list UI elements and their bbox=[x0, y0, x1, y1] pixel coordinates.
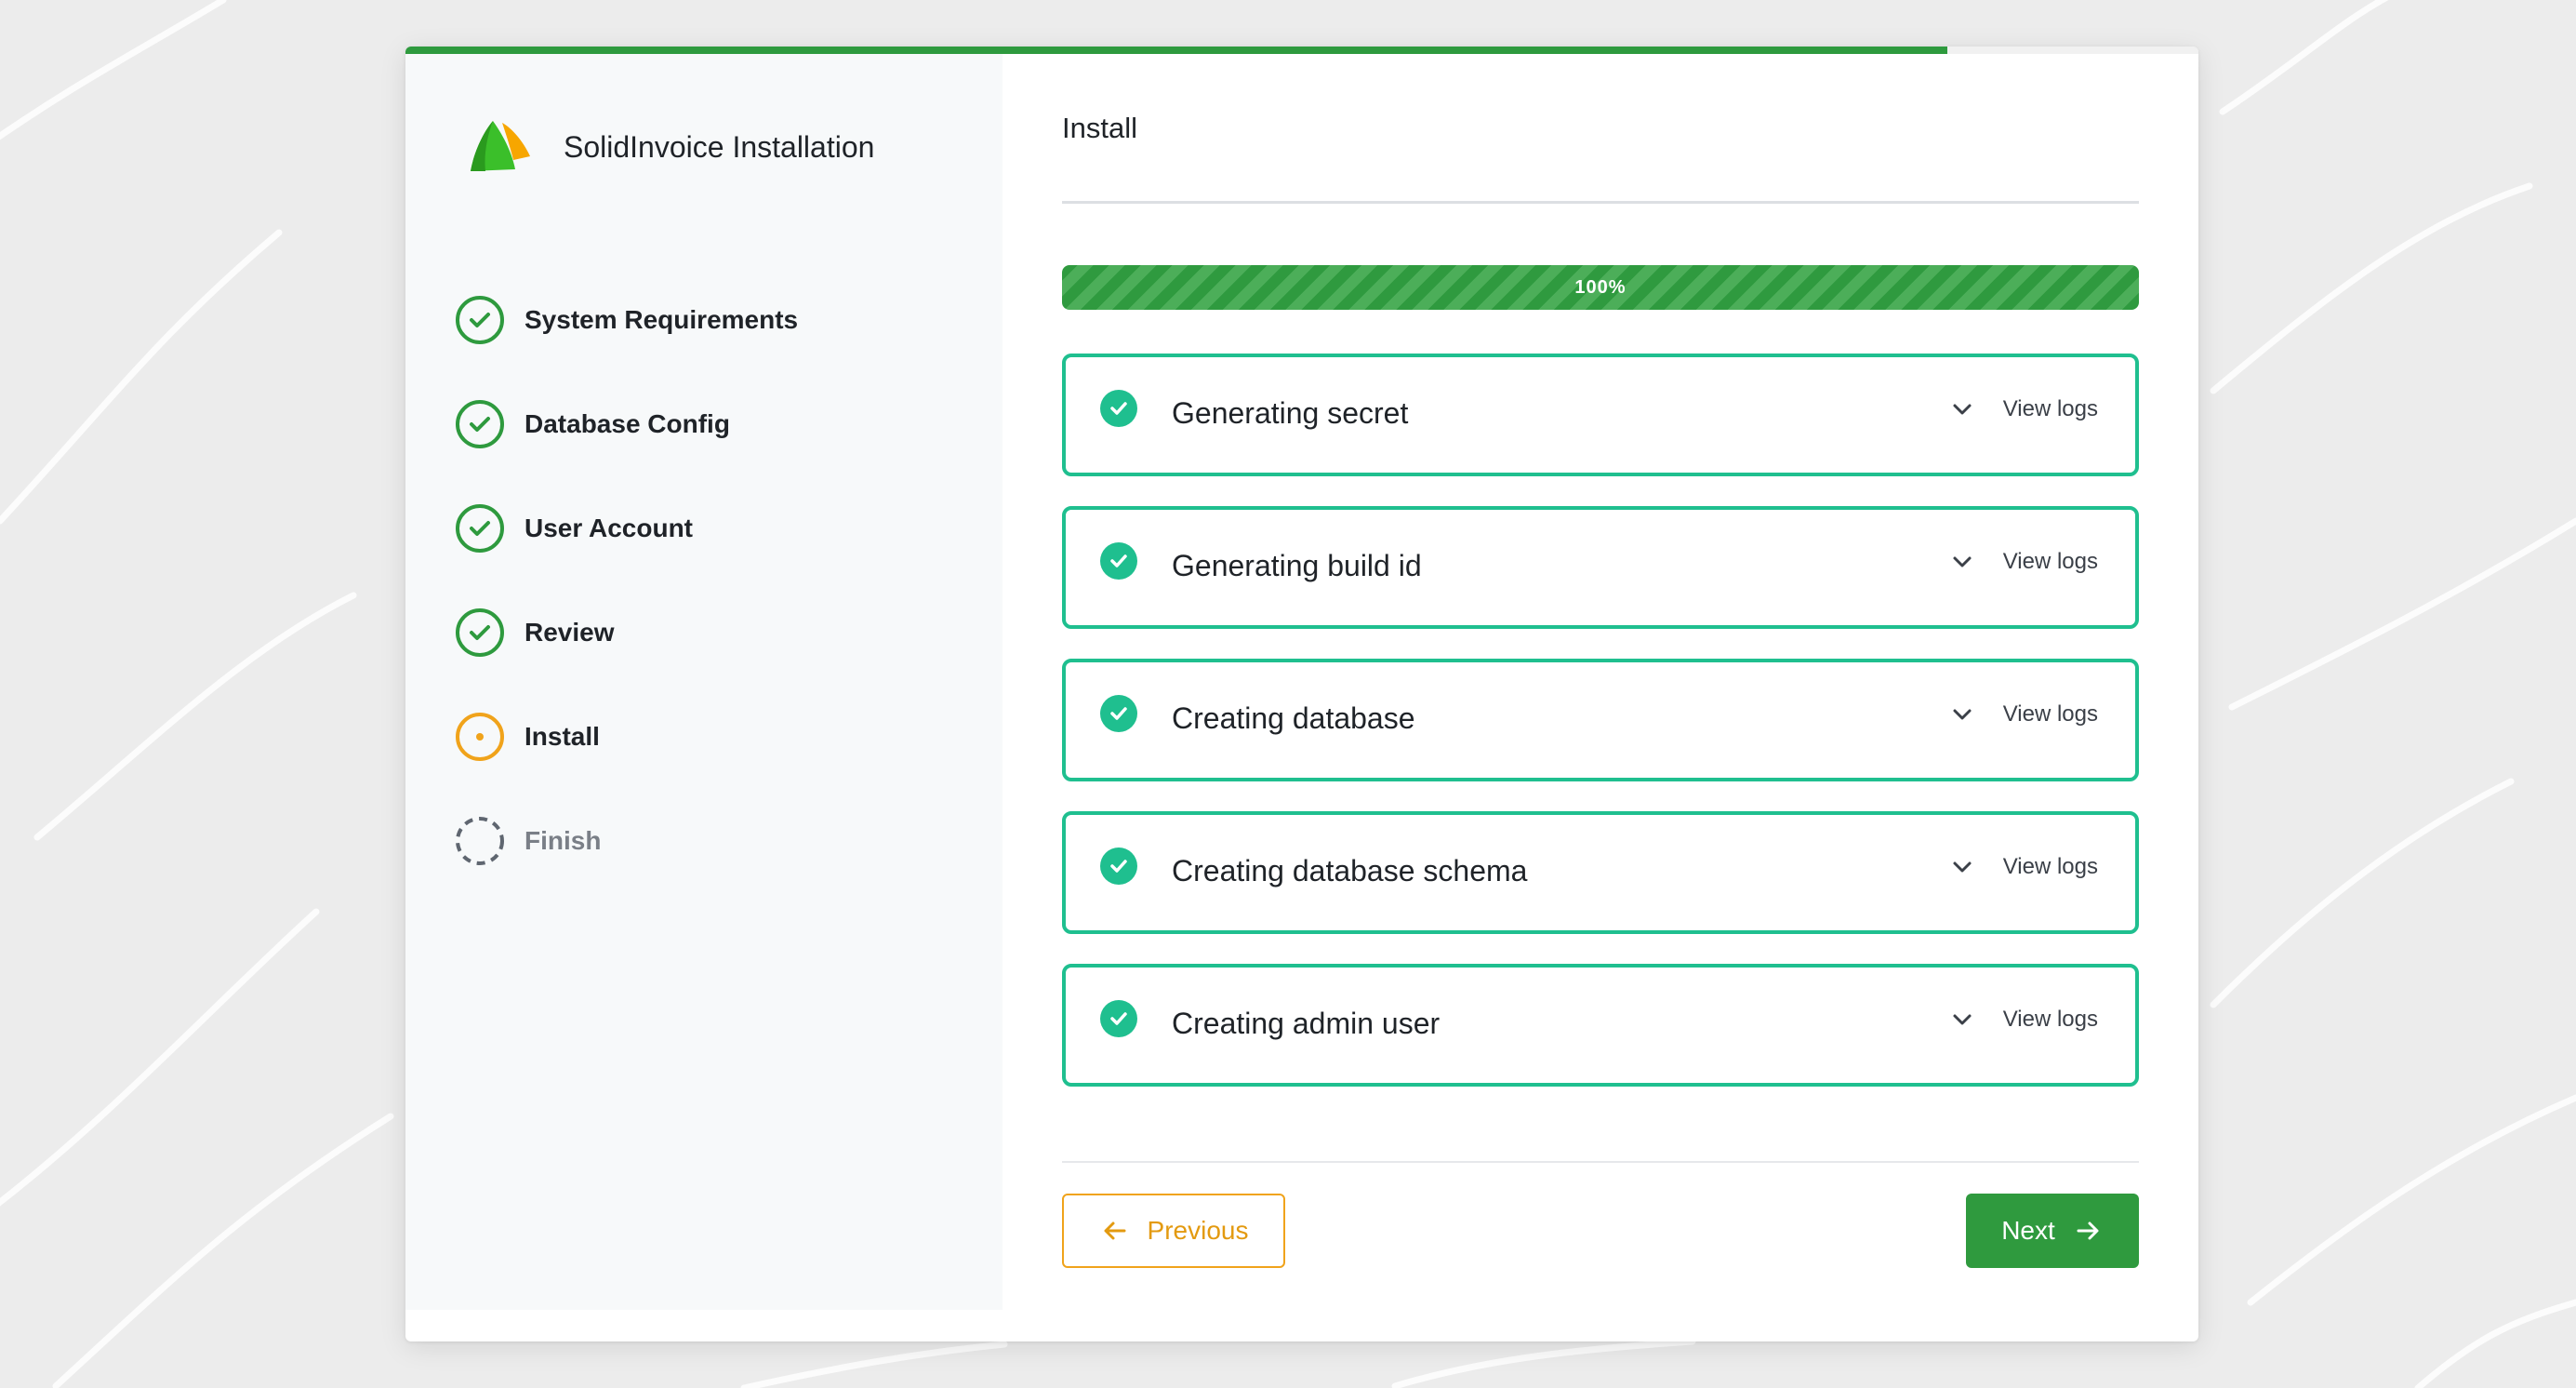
divider bbox=[1062, 1161, 2139, 1163]
progress-label: 100% bbox=[1574, 276, 1627, 298]
task-creating-admin-user: Creating admin user View logs bbox=[1062, 964, 2139, 1087]
previous-button-label: Previous bbox=[1147, 1216, 1249, 1245]
task-generating-build-id: Generating build id View logs bbox=[1062, 506, 2139, 629]
check-circle-icon bbox=[1100, 1000, 1137, 1037]
chevron-down-icon bbox=[1953, 1014, 1972, 1025]
step-label: Database Config bbox=[524, 409, 730, 438]
check-circle-icon bbox=[1100, 390, 1137, 427]
check-circle-icon bbox=[456, 504, 504, 553]
view-logs-toggle[interactable]: View logs bbox=[1947, 852, 2098, 882]
step-system-requirements: System Requirements bbox=[454, 268, 798, 372]
brand: SolidInvoice Installation bbox=[465, 117, 874, 177]
step-list: System Requirements Database Config User… bbox=[454, 268, 798, 893]
check-circle-icon bbox=[1100, 695, 1137, 732]
task-label: Generating build id bbox=[1172, 549, 1422, 582]
wizard-progress-bar bbox=[405, 47, 2198, 54]
view-logs-label[interactable]: View logs bbox=[2003, 1007, 2098, 1033]
view-logs-toggle[interactable]: View logs bbox=[1947, 700, 2098, 729]
step-install: Install bbox=[454, 685, 798, 789]
main-content: Install 100% Generating secret View logs bbox=[1062, 54, 2139, 1301]
task-label: Creating database schema bbox=[1172, 854, 1528, 888]
current-step-icon bbox=[456, 713, 504, 761]
check-circle-icon bbox=[456, 296, 504, 344]
step-label: Review bbox=[524, 618, 615, 647]
chevron-down-icon bbox=[1953, 556, 1972, 567]
task-generating-secret: Generating secret View logs bbox=[1062, 354, 2139, 476]
divider bbox=[1062, 201, 2139, 204]
dashed-circle-icon bbox=[456, 817, 504, 865]
wizard-progress-fill bbox=[405, 47, 1948, 54]
arrow-right-icon bbox=[2077, 1221, 2099, 1240]
task-label: Creating admin user bbox=[1172, 1007, 1441, 1040]
check-circle-icon bbox=[456, 400, 504, 448]
page-title: Install bbox=[1062, 112, 1137, 144]
chevron-down-icon bbox=[1953, 861, 1972, 873]
view-logs-label[interactable]: View logs bbox=[2003, 396, 2098, 422]
step-label: System Requirements bbox=[524, 305, 799, 334]
step-database-config: Database Config bbox=[454, 372, 798, 476]
view-logs-label[interactable]: View logs bbox=[2003, 854, 2098, 880]
check-circle-icon bbox=[1100, 542, 1137, 580]
installer-card: SolidInvoice Installation System Require… bbox=[405, 47, 2198, 1341]
chevron-down-icon bbox=[1953, 709, 1972, 720]
next-button-label: Next bbox=[2001, 1216, 2055, 1245]
task-label: Creating database bbox=[1172, 701, 1415, 735]
install-progress-fill: 100% bbox=[1062, 265, 2139, 310]
install-progress-bar: 100% bbox=[1062, 265, 2139, 310]
view-logs-toggle[interactable]: View logs bbox=[1947, 1005, 2098, 1034]
step-finish: Finish bbox=[454, 789, 798, 893]
view-logs-toggle[interactable]: View logs bbox=[1947, 547, 2098, 577]
step-label: User Account bbox=[524, 514, 694, 542]
view-logs-label[interactable]: View logs bbox=[2003, 701, 2098, 727]
step-review: Review bbox=[454, 581, 798, 685]
check-circle-icon bbox=[456, 608, 504, 657]
sidebar: SolidInvoice Installation System Require… bbox=[405, 54, 1003, 1310]
previous-button[interactable]: Previous bbox=[1062, 1194, 1285, 1268]
chevron-down-icon bbox=[1953, 404, 1972, 415]
arrow-left-icon bbox=[1104, 1221, 1126, 1240]
solidinvoice-logo-icon bbox=[471, 121, 530, 171]
next-button[interactable]: Next bbox=[1966, 1194, 2139, 1268]
step-user-account: User Account bbox=[454, 476, 798, 581]
task-label: Generating secret bbox=[1172, 396, 1409, 430]
check-circle-icon bbox=[1100, 847, 1137, 885]
step-label: Install bbox=[524, 722, 600, 751]
view-logs-toggle[interactable]: View logs bbox=[1947, 394, 2098, 424]
app-title: SolidInvoice Installation bbox=[564, 129, 875, 164]
task-list: Generating secret View logs Generating b… bbox=[1062, 354, 2139, 1116]
view-logs-label[interactable]: View logs bbox=[2003, 549, 2098, 575]
step-label: Finish bbox=[524, 826, 602, 855]
task-creating-database: Creating database View logs bbox=[1062, 659, 2139, 781]
task-creating-database-schema: Creating database schema View logs bbox=[1062, 811, 2139, 934]
